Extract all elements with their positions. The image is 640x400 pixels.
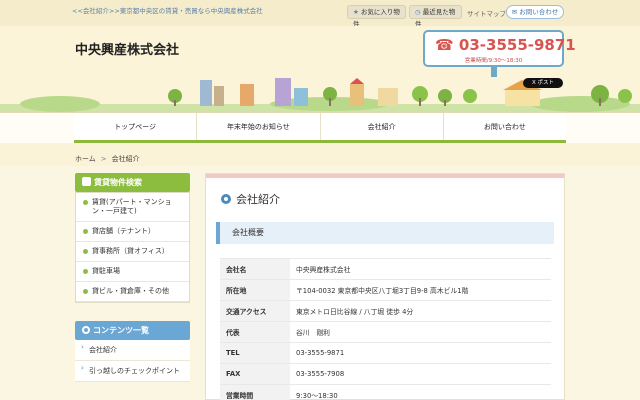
row-label: 代表 bbox=[220, 321, 290, 343]
row-label: 会社名 bbox=[220, 258, 290, 280]
row-value: 中央興産株式会社 bbox=[290, 258, 551, 280]
table-row: FAX 03-3555-7908 bbox=[220, 363, 551, 385]
table-row: 営業時間 9:30〜18:30 bbox=[220, 384, 551, 400]
x-post-button[interactable]: X ポスト bbox=[523, 78, 563, 88]
nav-top[interactable]: トップページ bbox=[74, 113, 198, 140]
table-row: 交通アクセス 東京メトロ日比谷線 / 八丁堀 徒歩 4分 bbox=[220, 300, 551, 322]
circle-icon bbox=[82, 326, 90, 334]
sitemap-link[interactable]: サイトマップ bbox=[467, 8, 506, 18]
contents-title: コンテンツ一覧 bbox=[93, 326, 149, 335]
ring-icon bbox=[221, 194, 231, 204]
row-value: 03-3555-7908 bbox=[290, 363, 551, 385]
phone-number[interactable]: ☎ 03-3555-9871 bbox=[435, 36, 576, 54]
main-nav: トップページ 年末年始のお知らせ 会社紹介 お問い合わせ bbox=[74, 112, 566, 143]
rent-search-list: 賃貸(アパート・マンション・一戸建て) 貸店舗（テナント） 貸事務所（貸オフィス… bbox=[75, 192, 190, 303]
main-top-border bbox=[206, 174, 564, 178]
row-label: 営業時間 bbox=[220, 384, 290, 400]
row-value: 03-3555-9871 bbox=[290, 342, 551, 364]
table-row: 代表 谷川 剛利 bbox=[220, 321, 551, 343]
row-label: FAX bbox=[220, 363, 290, 385]
breadcrumb-separator: > bbox=[100, 155, 107, 163]
sidebar-item-moving-checklist[interactable]: 引っ越しのチェックポイント bbox=[75, 361, 190, 382]
clock-icon: ◷ bbox=[415, 8, 421, 16]
contact-button-top[interactable]: ✉ お問い合わせ bbox=[506, 5, 564, 19]
row-value: 谷川 剛利 bbox=[290, 321, 551, 343]
mail-icon: ✉ bbox=[511, 8, 518, 16]
rent-search-title: 賃貸物件検索 bbox=[94, 178, 142, 187]
nav-contact[interactable]: お問い合わせ bbox=[444, 113, 566, 140]
row-label: TEL bbox=[220, 342, 290, 364]
contents-heading: コンテンツ一覧 bbox=[75, 321, 190, 340]
phone-box-tail bbox=[491, 67, 497, 77]
row-value: 9:30〜18:30 bbox=[290, 384, 551, 400]
sidebar-item-parking[interactable]: 貸駐車場 bbox=[76, 262, 189, 282]
row-value: 〒104-0032 東京都中央区八丁堀3丁目9-8 高木ビル1階 bbox=[290, 279, 551, 301]
page-title: 会社紹介 bbox=[221, 191, 280, 207]
company-name[interactable]: 中央興産株式会社 bbox=[75, 39, 179, 58]
sidebar-item-office[interactable]: 貸事務所（貸オフィス） bbox=[76, 242, 189, 262]
breadcrumb: ホーム > 会社紹介 bbox=[75, 154, 140, 164]
building-icon bbox=[82, 177, 91, 186]
business-hours: 営業時間/9:30〜18:30 bbox=[464, 58, 523, 64]
nav-company[interactable]: 会社紹介 bbox=[321, 113, 444, 140]
breadcrumb-home[interactable]: ホーム bbox=[75, 155, 96, 163]
sidebar: 賃貸物件検索 賃貸(アパート・マンション・一戸建て) 貸店舗（テナント） 貸事務… bbox=[75, 173, 190, 382]
table-row: TEL 03-3555-9871 bbox=[220, 342, 551, 364]
row-value: 東京メトロ日比谷線 / 八丁堀 徒歩 4分 bbox=[290, 300, 551, 322]
page-title-text: 会社紹介 bbox=[236, 193, 280, 206]
phone-number-text: 03-3555-9871 bbox=[458, 36, 576, 54]
rent-search-heading: 賃貸物件検索 bbox=[75, 173, 190, 192]
company-info-table: 会社名 中央興産株式会社 所在地 〒104-0032 東京都中央区八丁堀3丁目9-8… bbox=[220, 258, 551, 400]
table-row: 所在地 〒104-0032 東京都中央区八丁堀3丁目9-8 高木ビル1階 bbox=[220, 279, 551, 301]
top-breadcrumb: <<会社紹介>>東京都中央区の賃貸・売買なら中央興産株式会社 bbox=[72, 7, 263, 15]
main-panel: 会社紹介 会社概要 会社名 中央興産株式会社 所在地 〒104-0032 東京都中央… bbox=[205, 173, 565, 400]
phone-box[interactable]: ☎ 03-3555-9871 営業時間/9:30〜18:30 bbox=[423, 30, 576, 67]
favorite-button[interactable]: ★ お気に入り物件 bbox=[347, 5, 406, 28]
contact-top-label: お問い合わせ bbox=[519, 8, 559, 16]
nav-news[interactable]: 年末年始のお知らせ bbox=[197, 113, 321, 140]
recent-button[interactable]: ◷ 最近見た物件 bbox=[409, 5, 462, 28]
sidebar-item-store[interactable]: 貸店舗（テナント） bbox=[76, 222, 189, 242]
table-row: 会社名 中央興産株式会社 bbox=[220, 258, 551, 280]
row-label: 所在地 bbox=[220, 279, 290, 301]
town-illustration bbox=[0, 78, 640, 112]
sidebar-item-residential[interactable]: 賃貸(アパート・マンション・一戸建て) bbox=[76, 193, 189, 222]
star-icon: ★ bbox=[353, 8, 359, 16]
row-label: 交通アクセス bbox=[220, 300, 290, 322]
phone-icon: ☎ bbox=[435, 36, 454, 54]
sidebar-item-company[interactable]: 会社紹介 bbox=[75, 340, 190, 361]
breadcrumb-current: 会社紹介 bbox=[111, 155, 140, 163]
section-heading: 会社概要 bbox=[216, 222, 554, 244]
sidebar-item-building[interactable]: 貸ビル・貸倉庫・その他 bbox=[76, 282, 189, 302]
